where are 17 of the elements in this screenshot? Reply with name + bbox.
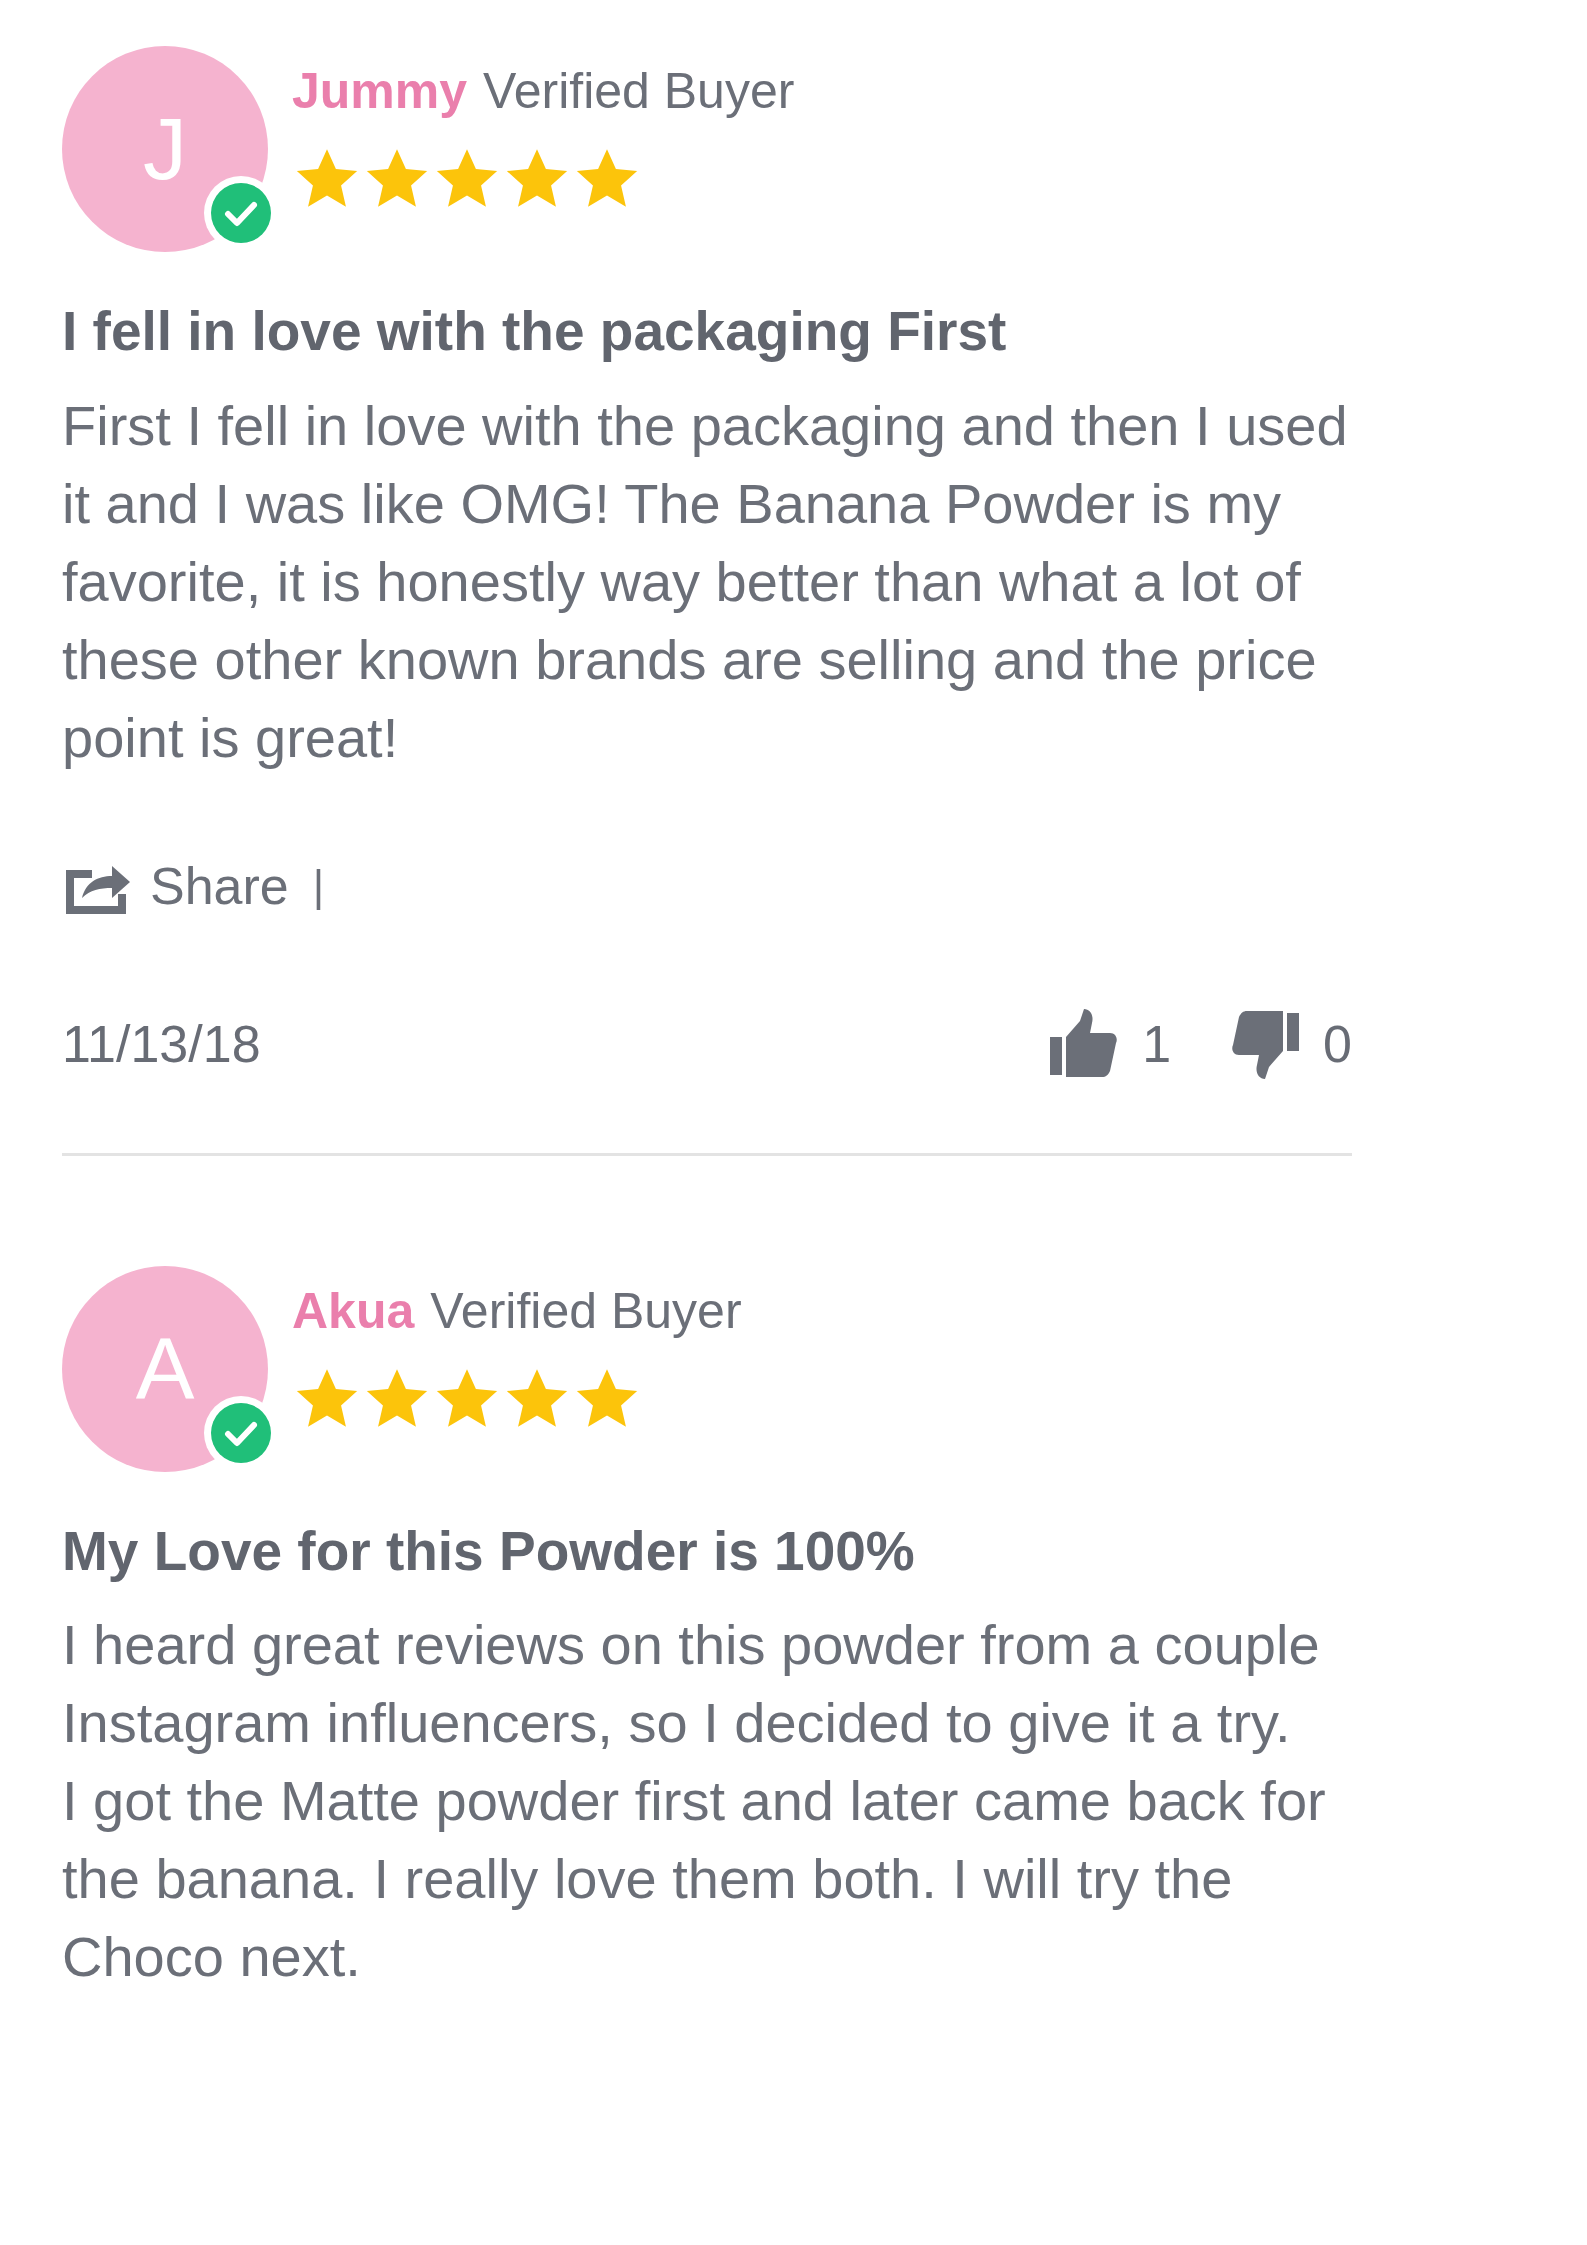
reviewer-name: Jummy bbox=[292, 62, 468, 121]
review-text: I heard great reviews on this powder from a couple Instagram influencers, so I decided to give it a try. I got the Matte powder first and later came back for the banana. I really love them both. I will try the Choco next. bbox=[62, 1612, 1327, 1990]
review-title: I fell in love with the packaging First bbox=[62, 299, 1008, 364]
downvote-count: 0 bbox=[1323, 1013, 1352, 1075]
review-text: First I fell in love with the packaging and then I used it and I was like OMG! The Banana Powder is my favorite, it is honestly way better than what a lot of these other known brands are selling and the price point is great! bbox=[62, 392, 1349, 771]
thumbs-up-icon[interactable] bbox=[1050, 1008, 1119, 1079]
avatar-letter: J bbox=[143, 98, 187, 200]
reviewer-name: Akua bbox=[292, 1281, 415, 1341]
upvote-count: 1 bbox=[1142, 1013, 1172, 1075]
separator: | bbox=[312, 859, 325, 912]
verified-buyer-label: Verified Buyer bbox=[430, 1281, 742, 1341]
avatar-letter: A bbox=[135, 1317, 195, 1420]
review-title: My Love for this Powder is 100% bbox=[62, 1518, 916, 1584]
review-date: 11/13/18 bbox=[62, 1013, 261, 1075]
thumbs-down-icon[interactable] bbox=[1231, 1008, 1300, 1079]
verified-buyer-label: Verified Buyer bbox=[483, 62, 795, 121]
share-button[interactable]: Share bbox=[62, 846, 289, 925]
